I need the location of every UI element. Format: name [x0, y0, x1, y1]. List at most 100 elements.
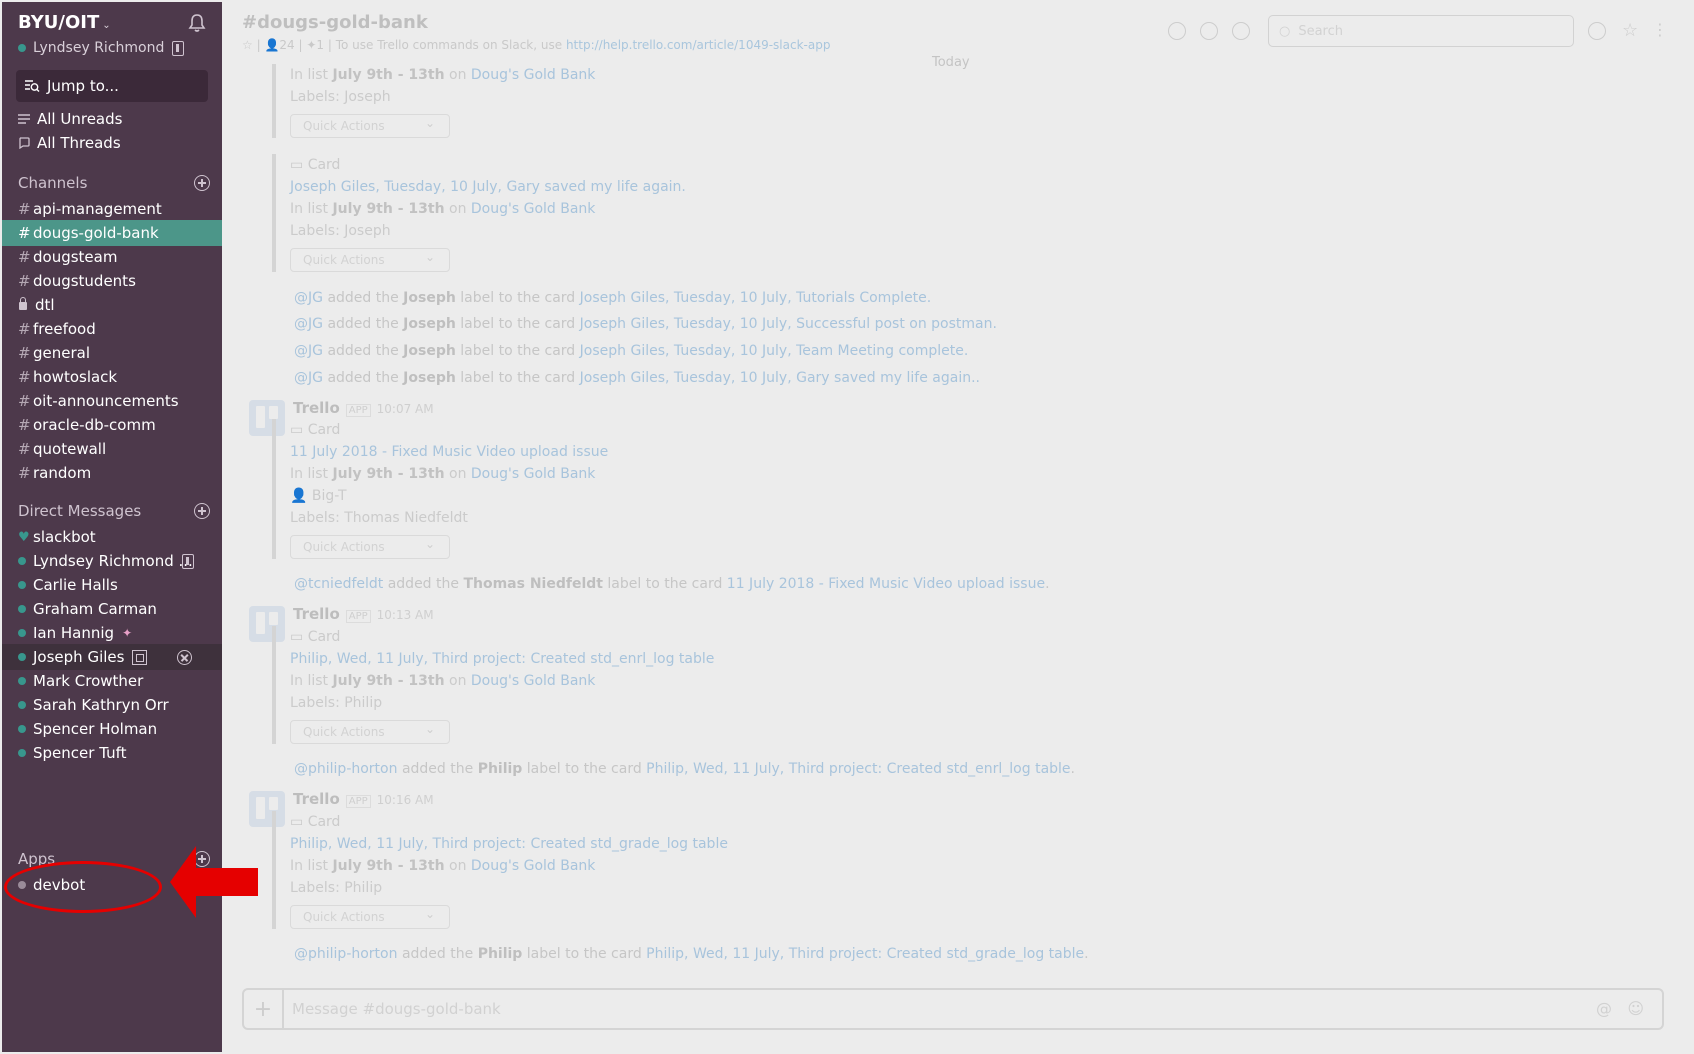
card-link[interactable]: Joseph Giles, Tuesday, 10 July, Successf…: [580, 316, 997, 332]
sidebar-item-oracle-db-comm[interactable]: # oracle-db-comm: [2, 412, 222, 438]
sidebar-item-howtoslack[interactable]: # howtoslack: [2, 364, 222, 390]
hash-icon: #: [18, 272, 31, 290]
quick-actions-select[interactable]: Quick Actions: [290, 720, 450, 744]
user-mention[interactable]: @JG: [294, 316, 323, 332]
pinned-count[interactable]: 1: [316, 38, 324, 52]
card-link[interactable]: Joseph Giles, Tuesday, 10 July, Gary sav…: [580, 370, 980, 386]
sidebar-item-carlie-halls[interactable]: Carlie Halls: [2, 572, 222, 598]
quick-actions-select[interactable]: Quick Actions: [290, 114, 450, 138]
user-mention[interactable]: @JG: [294, 290, 323, 306]
sidebar-item-ian-hannig[interactable]: Ian Hannig ✦: [2, 620, 222, 646]
info-icon[interactable]: [1200, 22, 1218, 40]
board-link[interactable]: Doug's Gold Bank: [471, 673, 596, 689]
card-link[interactable]: Joseph Giles, Tuesday, 10 July, Team Mee…: [580, 343, 969, 359]
board-link[interactable]: Doug's Gold Bank: [471, 858, 596, 874]
jump-to-button[interactable]: Jump to...: [16, 70, 208, 102]
all-threads-link[interactable]: All Threads: [18, 134, 121, 152]
user-mention[interactable]: @philip-horton: [294, 946, 398, 962]
sidebar-item-lyndsey-richmond[interactable]: Lyndsey Richmond ...: [2, 548, 222, 574]
sidebar-item-general[interactable]: # general: [2, 340, 222, 366]
search-input[interactable]: ○ Search: [1268, 15, 1574, 47]
card-title-link[interactable]: 11 July 2018 - Fixed Music Video upload …: [290, 444, 608, 460]
sender-name[interactable]: Trello: [293, 605, 340, 623]
user-mention[interactable]: @tcniedfeldt: [294, 576, 383, 592]
user-mention[interactable]: @JG: [294, 343, 323, 359]
sidebar-item-spencer-tuft[interactable]: Spencer Tuft: [2, 740, 222, 766]
add-dm-icon[interactable]: [194, 503, 210, 519]
bell-icon[interactable]: [186, 12, 208, 34]
presence-dot: [18, 557, 26, 565]
sidebar-item-dougs-gold-bank[interactable]: # dougs-gold-bank: [2, 220, 222, 246]
quick-actions-select[interactable]: Quick Actions: [290, 905, 450, 929]
channel-name: freefood: [33, 320, 96, 338]
channel-name: general: [33, 344, 91, 362]
gear-icon[interactable]: [1232, 22, 1250, 40]
sidebar-item-random[interactable]: # random: [2, 460, 222, 486]
card-title-link[interactable]: Philip, Wed, 11 July, Third project: Cre…: [290, 836, 728, 852]
sidebar-item-mark-crowther[interactable]: Mark Crowther: [2, 668, 222, 694]
star-icon[interactable]: ☆: [242, 38, 253, 52]
channels-section-header[interactable]: Channels: [18, 174, 210, 192]
current-user[interactable]: Lyndsey Richmond: [18, 40, 185, 56]
pin-icon[interactable]: ✦: [306, 38, 316, 52]
card-title-link[interactable]: Philip, Wed, 11 July, Third project: Cre…: [290, 651, 714, 667]
more-icon[interactable]: ⋮: [1652, 20, 1668, 39]
emoji-icon[interactable]: ☺: [1627, 999, 1644, 1018]
card-link[interactable]: 11 July 2018 - Fixed Music Video upload …: [727, 576, 1045, 592]
dm-section-header[interactable]: Direct Messages: [18, 502, 210, 520]
hash-icon: #: [18, 416, 31, 434]
phone-icon[interactable]: [1168, 22, 1186, 40]
sidebar-item-oit-announcements[interactable]: # oit-announcements: [2, 388, 222, 414]
sender-name[interactable]: Trello: [293, 399, 340, 417]
message-composer[interactable]: + Message #dougs-gold-bank @ ☺: [242, 988, 1664, 1030]
card-link[interactable]: Philip, Wed, 11 July, Third project: Cre…: [646, 946, 1084, 962]
sidebar-item-api-management[interactable]: # api-management: [2, 196, 222, 222]
board-link[interactable]: Doug's Gold Bank: [471, 201, 596, 217]
sender-name[interactable]: Trello: [293, 790, 340, 808]
user-name: Lyndsey Richmond: [33, 40, 165, 56]
card-link[interactable]: Philip, Wed, 11 July, Third project: Cre…: [646, 761, 1070, 777]
mentions-icon[interactable]: [1588, 22, 1606, 40]
topic-link[interactable]: http://help.trello.com/article/1049-slac…: [566, 38, 831, 52]
presence-dot: [18, 677, 26, 685]
channel-name: quotewall: [33, 440, 107, 458]
card-link[interactable]: Joseph Giles, Tuesday, 10 July, Tutorial…: [580, 290, 932, 306]
quick-actions-select[interactable]: Quick Actions: [290, 535, 450, 559]
quick-actions-select[interactable]: Quick Actions: [290, 248, 450, 272]
dm-name: Spencer Tuft: [33, 744, 127, 762]
sidebar-item-dougstudents[interactable]: # dougstudents: [2, 268, 222, 294]
attach-button[interactable]: +: [244, 990, 284, 1028]
timestamp[interactable]: 10:13 AM: [377, 608, 434, 622]
board-link[interactable]: Doug's Gold Bank: [471, 67, 596, 83]
user-mention[interactable]: @philip-horton: [294, 761, 398, 777]
sidebar-item-graham-carman[interactable]: Graham Carman: [2, 596, 222, 622]
sidebar-item-dtl[interactable]: dtl: [2, 292, 222, 318]
add-channel-icon[interactable]: [194, 175, 210, 191]
sidebar-item-joseph-giles[interactable]: Joseph Giles: [2, 644, 222, 670]
channel-title[interactable]: #dougs-gold-bank: [242, 12, 428, 33]
sidebar-item-spencer-holman[interactable]: Spencer Holman: [2, 716, 222, 742]
sidebar-item-slackbot[interactable]: ♥ slackbot: [2, 524, 222, 550]
board-link[interactable]: Doug's Gold Bank: [471, 466, 596, 482]
trello-card: ▭ Card 11 July 2018 - Fixed Music Video …: [272, 419, 608, 559]
member-count[interactable]: 24: [279, 38, 294, 52]
mention-icon[interactable]: @: [1596, 999, 1612, 1018]
card-labels: Labels: Thomas Niedfeldt: [290, 510, 468, 526]
sidebar-item-sarah-kathryn-orr[interactable]: Sarah Kathryn Orr: [2, 692, 222, 718]
members-icon[interactable]: 👤: [264, 38, 279, 52]
channel-view: #dougs-gold-bank ☆ | 👤24 | ✦1 | To use T…: [222, 0, 1694, 1054]
system-message: @JG added the Joseph label to the card J…: [294, 290, 932, 306]
close-dm-icon[interactable]: [177, 650, 192, 665]
team-name-menu[interactable]: BYU/OIT ⌄: [18, 12, 111, 33]
sidebar-item-dougsteam[interactable]: # dougsteam: [2, 244, 222, 270]
card-title-link[interactable]: Joseph Giles, Tuesday, 10 July, Gary sav…: [290, 179, 686, 195]
starred-icon[interactable]: ☆: [1622, 20, 1638, 41]
timestamp[interactable]: 10:07 AM: [377, 402, 434, 416]
user-mention[interactable]: @JG: [294, 370, 323, 386]
timestamp[interactable]: 10:16 AM: [377, 793, 434, 807]
sidebar-item-freefood[interactable]: # freefood: [2, 316, 222, 342]
all-unreads-link[interactable]: All Unreads: [18, 110, 122, 128]
system-message: @JG added the Joseph label to the card J…: [294, 370, 980, 386]
sidebar-item-quotewall[interactable]: # quotewall: [2, 436, 222, 462]
card-member: Big-T: [311, 488, 347, 504]
